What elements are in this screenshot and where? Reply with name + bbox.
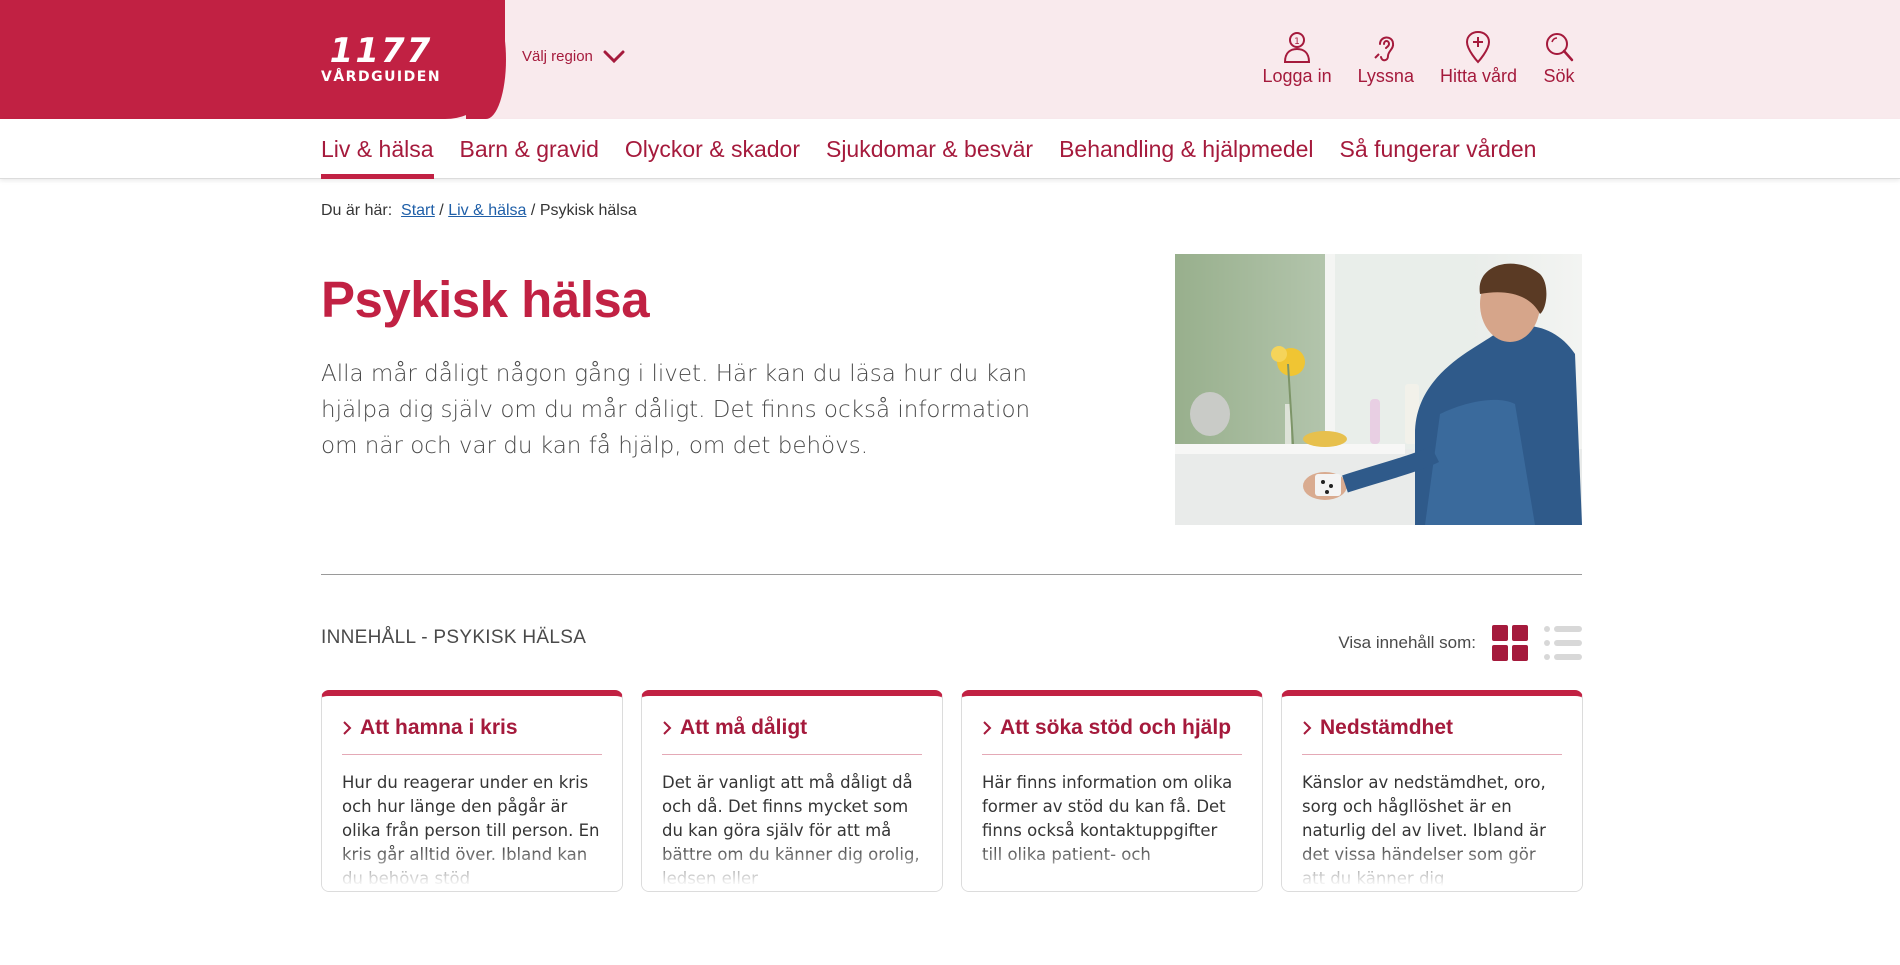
listen-label: Lyssna — [1357, 66, 1414, 86]
nav-item-liv-halsa[interactable]: Liv & hälsa — [321, 119, 434, 179]
content-heading: INNEHÅLL - PSYKISK HÄLSA — [321, 627, 587, 648]
chevron-right-icon — [663, 721, 672, 735]
card-att-hamna-i-kris[interactable]: Att hamna i kris Hur du reagerar under e… — [321, 690, 623, 892]
svg-text:1: 1 — [1294, 37, 1300, 47]
section-divider — [321, 574, 1582, 575]
ear-icon — [1374, 36, 1394, 62]
card-nedstamdhet[interactable]: Nedstämdhet Känslor av nedstämdhet, oro,… — [1281, 690, 1583, 892]
login-button[interactable]: 1 Logga in — [1263, 30, 1332, 87]
chevron-right-icon — [1303, 721, 1312, 735]
page-lead: Alla mår dåligt någon gång i livet. Här … — [321, 361, 1031, 459]
card-title: Att hamna i kris — [360, 716, 518, 739]
view-toggle-label: Visa innehåll som: — [1338, 633, 1476, 652]
user-icon: 1 — [1284, 32, 1311, 63]
site-logo[interactable]: 1177 VÅRDGUIDEN — [321, 31, 442, 85]
breadcrumb-link-start[interactable]: Start — [401, 202, 435, 219]
nav-item-barn-gravid[interactable]: Barn & gravid — [460, 119, 599, 179]
page-title: Psykisk hälsa — [321, 271, 650, 328]
search-label: Sök — [1543, 66, 1575, 86]
breadcrumb-current: Psykisk hälsa — [539, 202, 637, 219]
nav-item-sa-fungerar-varden[interactable]: Så fungerar vården — [1340, 119, 1537, 179]
search-button[interactable]: Sök — [1543, 30, 1575, 87]
card-att-soka-stod-och-hjalp[interactable]: Att söka stöd och hjälp Här finns inform… — [961, 690, 1263, 892]
breadcrumb-separator: / — [439, 202, 444, 219]
grid-view-icon[interactable] — [1492, 625, 1528, 661]
card-fade — [962, 843, 1262, 891]
chevron-right-icon — [983, 721, 992, 735]
nav-item-olyckor-skador[interactable]: Olyckor & skador — [625, 119, 800, 179]
region-label: Välj region — [522, 48, 593, 65]
login-label: Logga in — [1262, 66, 1332, 86]
find-care-label: Hitta vård — [1439, 66, 1517, 86]
logo-number: 1177 — [329, 31, 433, 71]
listen-button[interactable]: Lyssna — [1358, 30, 1414, 87]
site-header: 1177 VÅRDGUIDEN Välj region 1 Logga in L… — [0, 0, 1900, 119]
breadcrumb-link-liv-halsa[interactable]: Liv & hälsa — [448, 202, 526, 219]
card-fade — [322, 843, 622, 891]
card-title: Nedstämdhet — [1320, 716, 1454, 739]
nav-item-sjukdomar-besvar[interactable]: Sjukdomar & besvär — [826, 119, 1033, 179]
card-att-ma-daligt[interactable]: Att må dåligt Det är vanligt att må dåli… — [641, 690, 943, 892]
card-title: Att söka stöd och hjälp — [1000, 716, 1232, 739]
hero-image — [1175, 254, 1582, 525]
header-actions: 1 Logga in Lyssna Hitta vård Sök — [1263, 30, 1575, 87]
card-fade — [642, 843, 942, 891]
breadcrumb-prefix: Du är här: — [321, 202, 393, 219]
card-fade — [1282, 843, 1582, 891]
map-pin-plus-icon — [1466, 30, 1491, 64]
chevron-right-icon — [343, 721, 352, 735]
main-navigation: Liv & hälsa Barn & gravid Olyckor & skad… — [0, 119, 1900, 179]
region-selector[interactable]: Välj region — [522, 48, 625, 65]
search-icon — [1546, 33, 1574, 62]
card-title: Att må dåligt — [680, 716, 808, 739]
view-toggle: Visa innehåll som: — [1338, 625, 1582, 661]
breadcrumb-separator: / — [530, 202, 536, 219]
content-cards: Att hamna i kris Hur du reagerar under e… — [321, 690, 1583, 892]
breadcrumb: Du är här: Start / Liv & hälsa / Psykisk… — [321, 202, 637, 220]
find-care-button[interactable]: Hitta vård — [1440, 30, 1517, 87]
nav-item-behandling-hjalpmedel[interactable]: Behandling & hjälpmedel — [1059, 119, 1313, 179]
logo-text: VÅRDGUIDEN — [321, 69, 442, 85]
list-view-icon[interactable] — [1544, 625, 1582, 661]
chevron-down-icon — [603, 50, 625, 63]
